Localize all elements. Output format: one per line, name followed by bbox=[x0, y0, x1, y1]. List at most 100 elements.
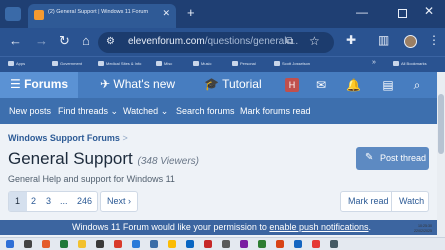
taskbar-app-icon[interactable] bbox=[240, 240, 248, 248]
enable-push-notifications-link[interactable]: enable push notifications bbox=[269, 222, 368, 232]
post-thread-button[interactable]: ✎ Post thread bbox=[356, 147, 429, 170]
close-tab-icon[interactable]: ✕ bbox=[162, 8, 170, 19]
alerts-bell-icon[interactable]: 🔔 bbox=[346, 78, 361, 92]
chevron-right-icon: › bbox=[128, 196, 132, 206]
taskbar-app-icon[interactable] bbox=[330, 240, 338, 248]
more-bookmarks-button[interactable]: » bbox=[372, 59, 376, 66]
reload-icon[interactable]: ↻ bbox=[59, 34, 70, 48]
bookmark-folder-scott[interactable]: Scott Josselson bbox=[274, 61, 310, 67]
taskbar-app-icon[interactable] bbox=[42, 240, 50, 248]
browser-menu-icon[interactable]: ⋮ bbox=[428, 33, 440, 47]
taskbar-app-icon[interactable] bbox=[60, 240, 68, 248]
minimize-window-button[interactable]: — bbox=[356, 5, 368, 19]
watch-button[interactable]: Watch bbox=[392, 191, 429, 212]
taskbar-app-icon[interactable] bbox=[114, 240, 122, 248]
bookmark-star-icon[interactable]: ☆ bbox=[309, 34, 320, 48]
nav-tab-tutorials[interactable]: 🎓 Tutorial bbox=[204, 77, 262, 91]
browser-tab[interactable]: (2) General Support | Windows 11 Forum ✕ bbox=[28, 4, 176, 28]
taskbar-app-icon[interactable] bbox=[150, 240, 158, 248]
page-2-link[interactable]: 2 bbox=[31, 196, 36, 206]
home-icon[interactable]: ⌂ bbox=[82, 34, 90, 48]
folder-icon bbox=[232, 61, 238, 67]
page-title: General Support (348 Viewers) bbox=[8, 149, 199, 168]
url-text: elevenforum.com/questions/general-... bbox=[128, 36, 299, 47]
inbox-icon[interactable]: ✉ bbox=[314, 78, 328, 92]
push-notification-text: Windows 11 Forum would like your permiss… bbox=[72, 222, 372, 232]
bookmark-apps[interactable]: Apps bbox=[8, 61, 25, 67]
subnav-watched[interactable]: Watched ⌄ bbox=[123, 106, 168, 117]
subnav-search-forums[interactable]: Search forums bbox=[176, 106, 235, 116]
nav-tab-whats-new[interactable]: ✈ What's new bbox=[100, 77, 175, 91]
search-icon[interactable]: ⌕ bbox=[410, 78, 424, 92]
taskbar-app-icon[interactable] bbox=[276, 240, 284, 248]
folder-icon bbox=[393, 61, 399, 67]
forum-page: Windows Support Forums > General Support… bbox=[0, 124, 437, 250]
taskbar-app-icon[interactable] bbox=[294, 240, 302, 248]
bookmark-folder-misc[interactable]: Misc bbox=[156, 61, 172, 67]
page-jump-ellipsis[interactable]: ... bbox=[60, 196, 68, 206]
taskbar-app-icon[interactable] bbox=[204, 240, 212, 248]
extensions-icon[interactable]: ✚ bbox=[346, 33, 356, 47]
bookmark-folder-medical[interactable]: Medical Sites & Info bbox=[98, 61, 141, 67]
taskbar-app-icon[interactable] bbox=[132, 240, 140, 248]
all-bookmarks-folder[interactable]: All Bookmarks bbox=[393, 61, 427, 67]
user-avatar-badge[interactable]: H bbox=[285, 78, 299, 92]
forum-sub-nav: New posts Find threads ⌄ Watched ⌄ Searc… bbox=[0, 98, 437, 124]
taskbar-app-icon[interactable] bbox=[222, 240, 230, 248]
forum-main-nav: ☰ Forums ✈ What's new 🎓 Tutorial H ✉ 🔔 ▤… bbox=[0, 72, 437, 98]
viewer-count: (348 Viewers) bbox=[137, 156, 199, 167]
folder-icon bbox=[193, 61, 199, 67]
start-icon[interactable] bbox=[6, 240, 14, 248]
profile-avatar[interactable] bbox=[404, 35, 417, 48]
chevron-down-icon: ⌄ bbox=[160, 106, 169, 116]
search-icon[interactable] bbox=[24, 240, 32, 248]
tab-title: (2) General Support | Windows 11 Forum bbox=[48, 9, 149, 15]
folder-icon bbox=[156, 61, 162, 67]
tutorials-icon: 🎓 bbox=[204, 77, 223, 91]
page-scrollbar[interactable] bbox=[437, 72, 445, 237]
address-bar[interactable]: ⚙ elevenforum.com/questions/general-... … bbox=[98, 32, 334, 53]
screen: (2) General Support | Windows 11 Forum ✕… bbox=[0, 0, 445, 250]
taskbar-app-icon[interactable] bbox=[78, 240, 86, 248]
chevron-down-icon: ⌄ bbox=[110, 106, 119, 116]
next-page-button[interactable]: Next › bbox=[100, 191, 138, 212]
subnav-find-threads[interactable]: Find threads ⌄ bbox=[58, 106, 118, 117]
bookmark-folder-music[interactable]: Music bbox=[193, 61, 211, 67]
taskbar-app-icon[interactable] bbox=[96, 240, 104, 248]
bookmarks-bar: Apps Government Medical Sites & Info Mis… bbox=[0, 56, 445, 72]
close-window-button[interactable]: ✕ bbox=[424, 4, 434, 18]
forward-icon[interactable]: → bbox=[35, 34, 48, 48]
new-tab-button[interactable]: + bbox=[187, 5, 195, 20]
apps-grid-icon bbox=[8, 61, 14, 67]
subnav-mark-forums-read[interactable]: Mark forums read bbox=[240, 106, 311, 116]
sidebar-icon[interactable]: ▥ bbox=[378, 33, 389, 47]
tab-list-button[interactable] bbox=[5, 7, 21, 21]
breadcrumb[interactable]: Windows Support Forums > bbox=[8, 133, 128, 143]
scrollbar-thumb[interactable] bbox=[438, 94, 444, 154]
nav-tab-forums[interactable]: ☰ Forums bbox=[0, 72, 78, 98]
mark-read-button[interactable]: Mark read bbox=[340, 191, 392, 212]
taskbar-app-icon[interactable] bbox=[258, 240, 266, 248]
share-icon[interactable]: ⧉ bbox=[286, 36, 293, 47]
page-1-link[interactable]: 1 bbox=[9, 192, 27, 211]
taskbar-app-icon[interactable] bbox=[312, 240, 320, 248]
browser-tab-strip: (2) General Support | Windows 11 Forum ✕… bbox=[0, 0, 445, 28]
maximize-window-button[interactable] bbox=[398, 9, 407, 18]
bookmark-folder-personal[interactable]: Personal bbox=[232, 61, 256, 67]
folder-icon bbox=[274, 61, 280, 67]
bookmark-folder-government[interactable]: Government bbox=[52, 61, 82, 67]
reading-list-icon[interactable]: ▤ bbox=[381, 78, 395, 92]
back-icon[interactable]: ← bbox=[9, 34, 22, 48]
forums-icon: ☰ bbox=[10, 77, 25, 91]
site-info-icon[interactable]: ⚙ bbox=[106, 36, 115, 47]
folder-icon bbox=[98, 61, 104, 67]
taskbar-app-icon[interactable] bbox=[186, 240, 194, 248]
page-last-link[interactable]: 246 bbox=[77, 196, 92, 206]
folder-icon bbox=[52, 61, 58, 67]
subnav-new-posts[interactable]: New posts bbox=[9, 106, 51, 116]
system-clock[interactable]: 10:25:30 22/02/2025 bbox=[414, 224, 432, 234]
page-3-link[interactable]: 3 bbox=[46, 196, 51, 206]
browser-toolbar: ← → ↻ ⌂ ⚙ elevenforum.com/questions/gene… bbox=[0, 28, 445, 56]
os-taskbar: 10:25:30 22/02/2025 bbox=[0, 224, 445, 250]
chrome-icon[interactable] bbox=[168, 240, 176, 248]
